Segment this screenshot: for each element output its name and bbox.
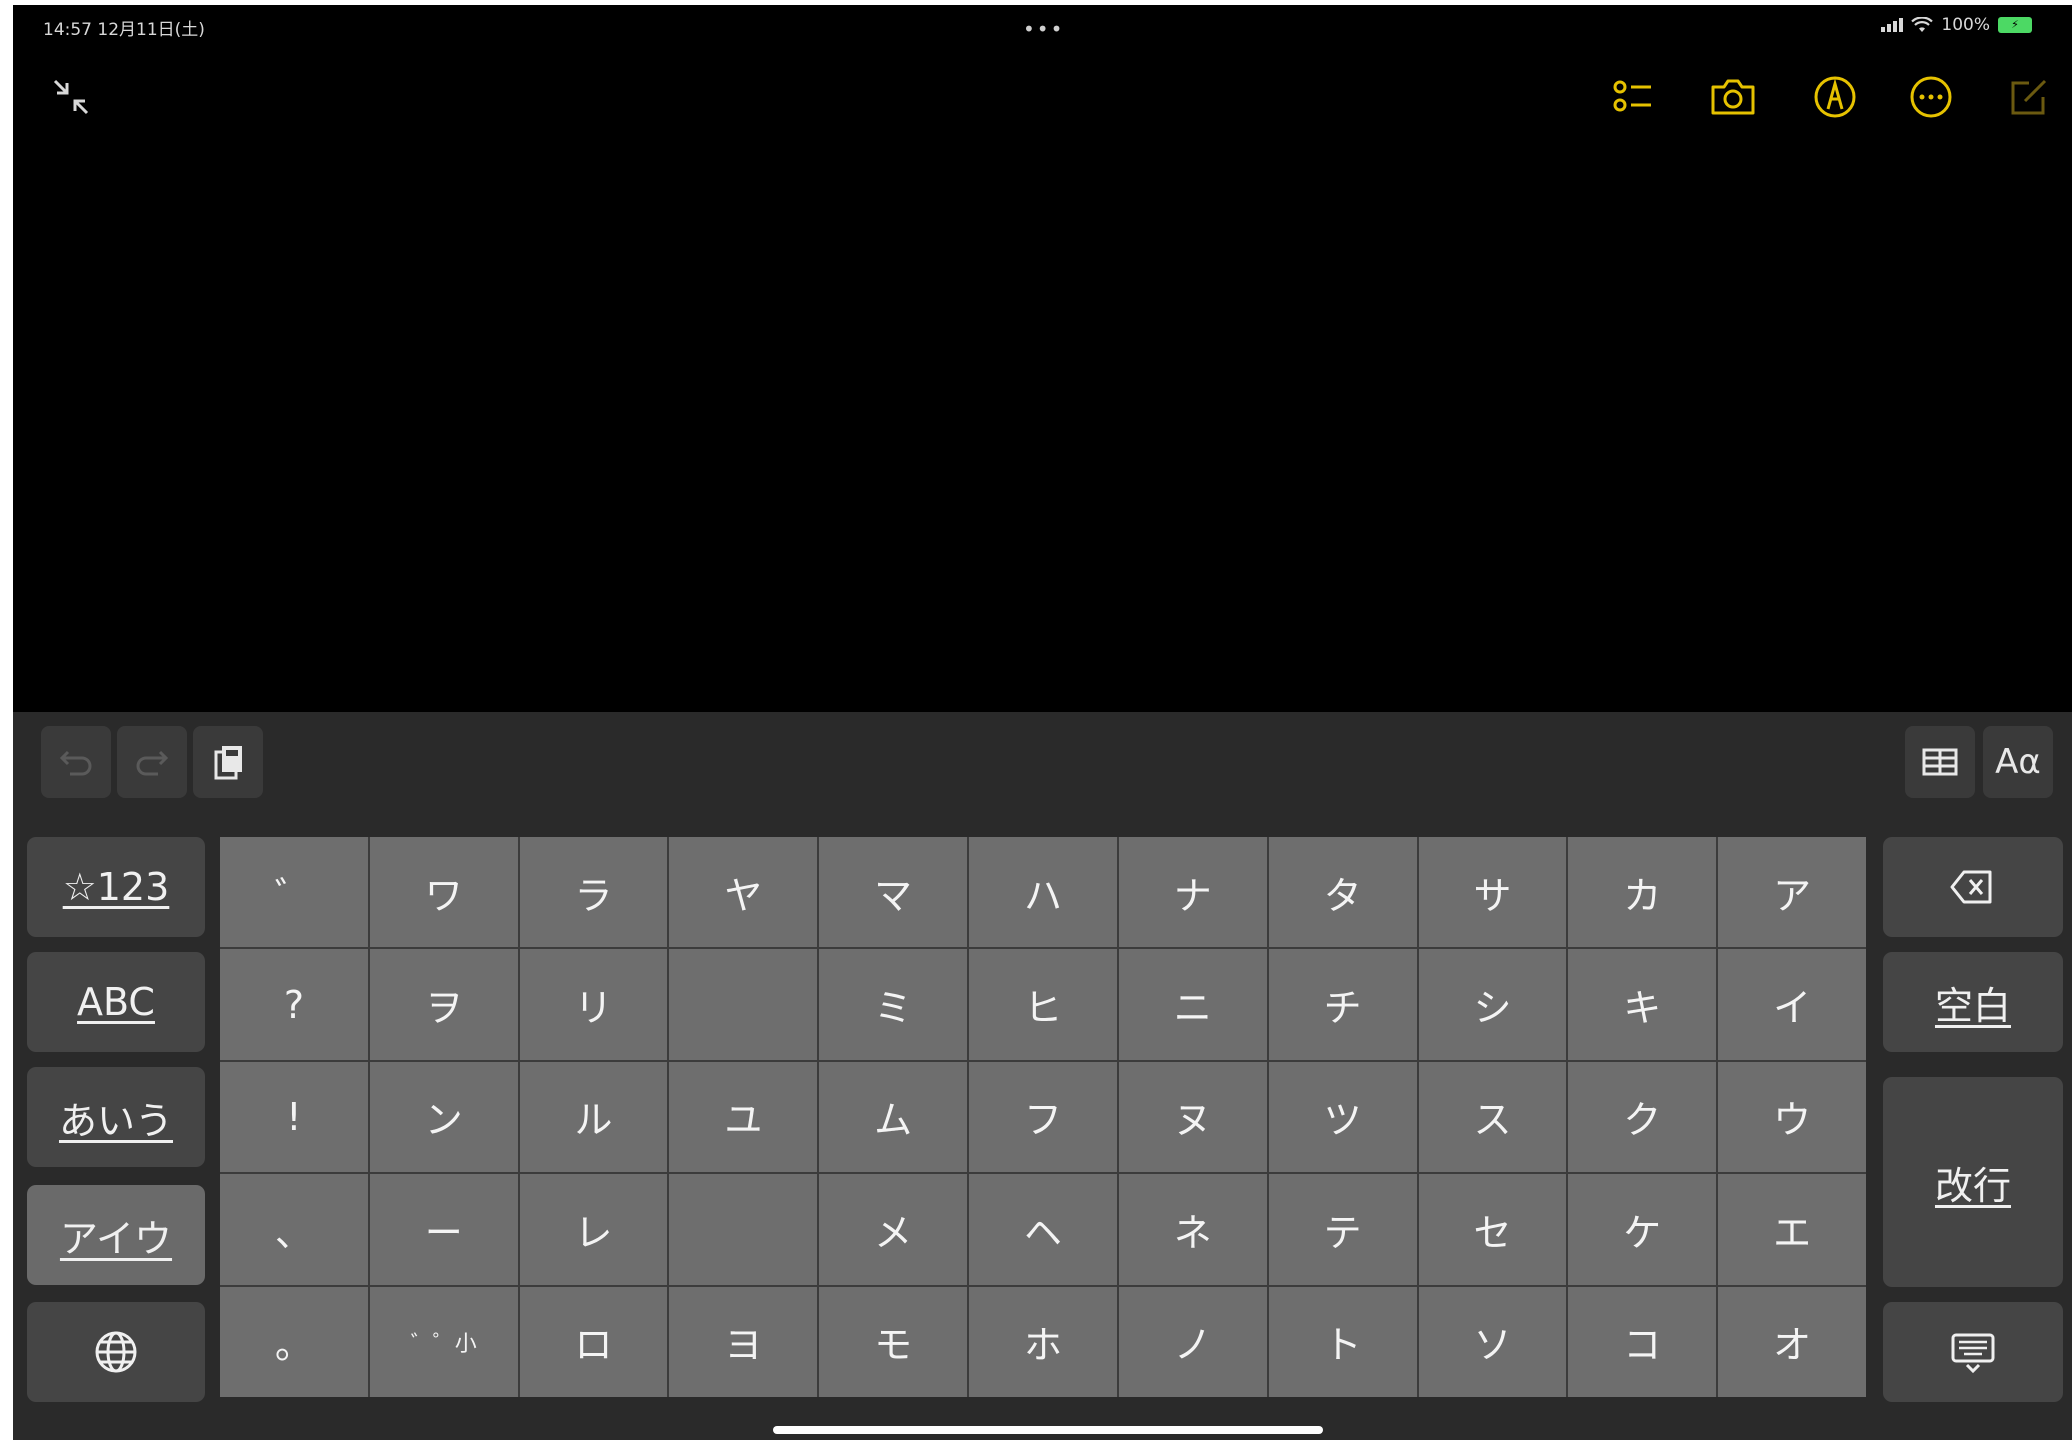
kana-key[interactable]: ハ	[969, 837, 1117, 948]
globe-icon	[95, 1331, 137, 1373]
kana-key[interactable]: ヌ	[1118, 1061, 1267, 1173]
kana-key[interactable]: ン	[369, 1061, 518, 1173]
kana-key[interactable]: サ	[1418, 837, 1567, 948]
status-time-date: 14:57 12月11日(土)	[43, 20, 205, 40]
hiragana-key[interactable]: あいう	[27, 1067, 205, 1167]
kana-key[interactable]: ホ	[969, 1286, 1117, 1397]
markup-pen-icon[interactable]	[1805, 67, 1865, 127]
input-assistant-bar: Aα	[13, 712, 2072, 812]
kana-key-blank	[669, 949, 818, 1060]
kana-key[interactable]: ア	[1718, 837, 1866, 948]
undo-icon[interactable]	[41, 726, 111, 798]
kana-key[interactable]: ト	[1268, 1286, 1417, 1397]
kana-key[interactable]: ラ	[519, 837, 668, 948]
dakuten-small-key[interactable]: ゛゜小	[369, 1286, 518, 1397]
kana-key[interactable]: ス	[1418, 1061, 1567, 1173]
kana-key-blank	[669, 1174, 818, 1285]
kana-key[interactable]: ム	[819, 1061, 968, 1173]
multitasking-dots-icon[interactable]: •••	[1023, 17, 1064, 41]
japanese-kana-keyboard: ☆123 ABC あいう アイウ ゛ ワ ラ ヤ マ ハ ナ タ サ カ ア ?…	[13, 812, 2072, 1440]
kana-key[interactable]: ー	[369, 1174, 518, 1285]
kana-key[interactable]: ウ	[1718, 1061, 1866, 1173]
kana-key[interactable]: モ	[819, 1286, 968, 1397]
delete-key[interactable]	[1883, 837, 2063, 937]
kana-key[interactable]: ミ	[819, 949, 968, 1060]
table-icon[interactable]	[1905, 726, 1975, 798]
kana-key[interactable]: テ	[1268, 1174, 1417, 1285]
kana-key[interactable]: ソ	[1418, 1286, 1567, 1397]
collapse-icon[interactable]	[41, 67, 101, 127]
space-key[interactable]: 空白	[1883, 952, 2063, 1052]
camera-icon[interactable]	[1703, 67, 1763, 127]
abc-key[interactable]: ABC	[27, 952, 205, 1052]
notes-toolbar	[13, 67, 2072, 127]
kana-key[interactable]: イ	[1718, 949, 1866, 1060]
kana-key[interactable]: ケ	[1568, 1174, 1717, 1285]
kana-key[interactable]: ロ	[519, 1286, 668, 1397]
kana-key[interactable]: ナ	[1118, 837, 1267, 948]
kana-key[interactable]: 、	[220, 1174, 368, 1285]
kana-key[interactable]: ノ	[1118, 1286, 1267, 1397]
kana-key[interactable]: リ	[519, 949, 668, 1060]
kana-key[interactable]: レ	[519, 1174, 668, 1285]
battery-percent: 100%	[1941, 15, 1990, 35]
home-indicator[interactable]	[773, 1426, 1323, 1434]
kana-key[interactable]: チ	[1268, 949, 1417, 1060]
kana-key-grid: ゛ ワ ラ ヤ マ ハ ナ タ サ カ ア ? ヲ リ ミ ヒ ニ チ シ キ …	[220, 837, 1866, 1397]
kana-key[interactable]: ヨ	[669, 1286, 818, 1397]
dismiss-keyboard-key[interactable]	[1883, 1302, 2063, 1402]
checklist-icon[interactable]	[1603, 67, 1663, 127]
katakana-key[interactable]: アイウ	[27, 1185, 205, 1285]
wifi-icon	[1911, 17, 1934, 32]
kana-key[interactable]: セ	[1418, 1174, 1567, 1285]
text-format-button[interactable]: Aα	[1983, 726, 2053, 798]
cellular-signal-icon	[1881, 18, 1904, 32]
space-key-label: 空白	[1934, 983, 2011, 1028]
kana-key[interactable]: フ	[969, 1061, 1117, 1173]
delete-icon	[1950, 870, 1992, 904]
kana-key[interactable]: メ	[819, 1174, 968, 1285]
kana-key[interactable]: シ	[1418, 949, 1567, 1060]
kana-key[interactable]: !	[220, 1061, 368, 1173]
kana-key[interactable]: ツ	[1268, 1061, 1417, 1173]
notes-screen: 14:57 12月11日(土) ••• 100% ⚡ Aα ☆123 ABC あ…	[13, 5, 2072, 1440]
kana-key[interactable]: マ	[819, 837, 968, 948]
kana-key[interactable]: ヤ	[669, 837, 818, 948]
kana-key[interactable]: ヒ	[969, 949, 1117, 1060]
numbers-symbols-key[interactable]: ☆123	[27, 837, 205, 937]
kana-key[interactable]: エ	[1718, 1174, 1866, 1285]
kana-key[interactable]: コ	[1568, 1286, 1717, 1397]
redo-icon[interactable]	[117, 726, 187, 798]
kana-key[interactable]: ゛	[220, 837, 368, 948]
compose-icon[interactable]	[1999, 67, 2059, 127]
paste-icon[interactable]	[193, 726, 263, 798]
kana-key[interactable]: ヲ	[369, 949, 518, 1060]
more-icon[interactable]	[1901, 67, 1961, 127]
kana-key[interactable]: タ	[1268, 837, 1417, 948]
globe-key[interactable]	[27, 1302, 205, 1402]
return-key-label: 改行	[1934, 1163, 2011, 1208]
kana-key[interactable]: オ	[1718, 1286, 1866, 1397]
return-key[interactable]: 改行	[1883, 1077, 2063, 1287]
kana-key[interactable]: ニ	[1118, 949, 1267, 1060]
keyboard-dismiss-icon	[1951, 1333, 1995, 1374]
kana-key[interactable]: ユ	[669, 1061, 818, 1173]
status-right: 100% ⚡	[1881, 15, 2032, 35]
kana-key[interactable]: ネ	[1118, 1174, 1267, 1285]
kana-key[interactable]: ク	[1568, 1061, 1717, 1173]
kana-key[interactable]: 。	[220, 1286, 368, 1397]
kana-key[interactable]: ?	[220, 949, 368, 1060]
kana-key[interactable]: ワ	[369, 837, 518, 948]
kana-key[interactable]: キ	[1568, 949, 1717, 1060]
kana-key[interactable]: ヘ	[969, 1174, 1117, 1285]
kana-key[interactable]: カ	[1568, 837, 1717, 948]
battery-icon: ⚡	[1998, 17, 2032, 33]
kana-key[interactable]: ル	[519, 1061, 668, 1173]
